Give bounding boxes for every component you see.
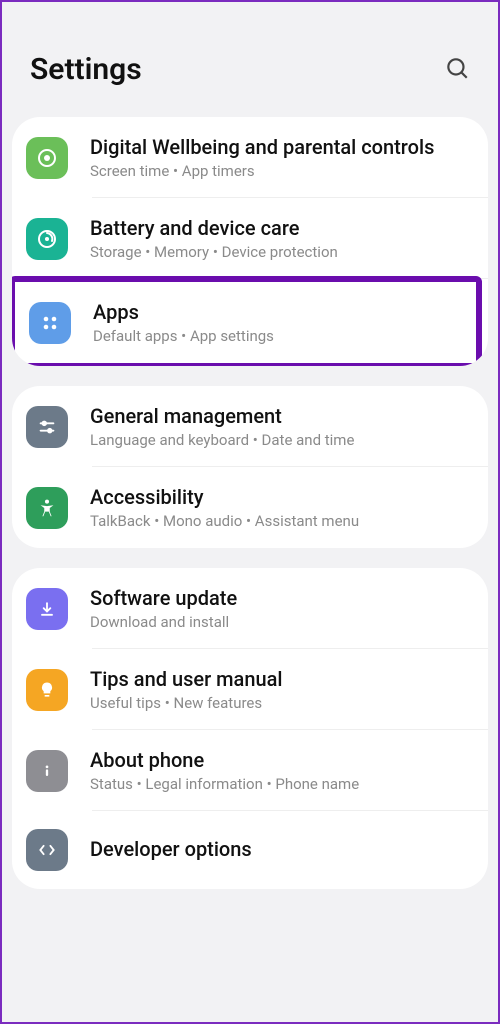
item-text: General management Language and keyboard…: [90, 404, 468, 449]
update-icon: [26, 588, 68, 630]
battery-icon: [26, 218, 68, 260]
accessibility-icon: [26, 487, 68, 529]
code-icon: [26, 829, 68, 871]
wellbeing-icon: [26, 137, 68, 179]
item-about-phone[interactable]: About phone Status • Legal information •…: [12, 730, 488, 811]
settings-group-3: Software update Download and install Tip…: [12, 568, 488, 889]
item-title: Battery and device care: [90, 216, 468, 241]
item-battery-care[interactable]: Battery and device care Storage • Memory…: [12, 198, 488, 279]
item-subtitle: TalkBack • Mono audio • Assistant menu: [90, 512, 468, 530]
item-software-update[interactable]: Software update Download and install: [12, 568, 488, 649]
item-title: Accessibility: [90, 485, 468, 510]
item-apps[interactable]: Apps Default apps • App settings: [12, 276, 482, 366]
item-subtitle: Default apps • App settings: [93, 327, 456, 345]
item-title: Digital Wellbeing and parental controls: [90, 135, 468, 160]
item-text: Digital Wellbeing and parental controls …: [90, 135, 468, 180]
item-digital-wellbeing[interactable]: Digital Wellbeing and parental controls …: [12, 117, 488, 198]
item-title: Apps: [93, 300, 456, 325]
item-title: About phone: [90, 748, 468, 773]
item-general-management[interactable]: General management Language and keyboard…: [12, 386, 488, 467]
settings-group-2: General management Language and keyboard…: [12, 386, 488, 548]
info-icon: [26, 750, 68, 792]
search-icon[interactable]: [444, 55, 470, 85]
item-title: Developer options: [90, 837, 468, 862]
settings-group-1: Digital Wellbeing and parental controls …: [12, 117, 488, 366]
lightbulb-icon: [26, 669, 68, 711]
header: Settings: [2, 2, 498, 117]
item-developer-options[interactable]: Developer options: [12, 811, 488, 889]
item-tips-manual[interactable]: Tips and user manual Useful tips • New f…: [12, 649, 488, 730]
item-subtitle: Status • Legal information • Phone name: [90, 775, 468, 793]
sliders-icon: [26, 406, 68, 448]
item-title: General management: [90, 404, 468, 429]
item-subtitle: Storage • Memory • Device protection: [90, 243, 468, 261]
apps-icon: [29, 302, 71, 344]
item-subtitle: Screen time • App timers: [90, 162, 468, 180]
item-subtitle: Download and install: [90, 613, 468, 631]
item-subtitle: Language and keyboard • Date and time: [90, 431, 468, 449]
item-text: Apps Default apps • App settings: [93, 300, 456, 345]
page-title: Settings: [30, 52, 142, 87]
item-text: Tips and user manual Useful tips • New f…: [90, 667, 468, 712]
item-text: Developer options: [90, 837, 468, 864]
item-text: Accessibility TalkBack • Mono audio • As…: [90, 485, 468, 530]
item-title: Software update: [90, 586, 468, 611]
item-text: Battery and device care Storage • Memory…: [90, 216, 468, 261]
item-title: Tips and user manual: [90, 667, 468, 692]
item-subtitle: Useful tips • New features: [90, 694, 468, 712]
item-accessibility[interactable]: Accessibility TalkBack • Mono audio • As…: [12, 467, 488, 548]
item-text: Software update Download and install: [90, 586, 468, 631]
item-text: About phone Status • Legal information •…: [90, 748, 468, 793]
